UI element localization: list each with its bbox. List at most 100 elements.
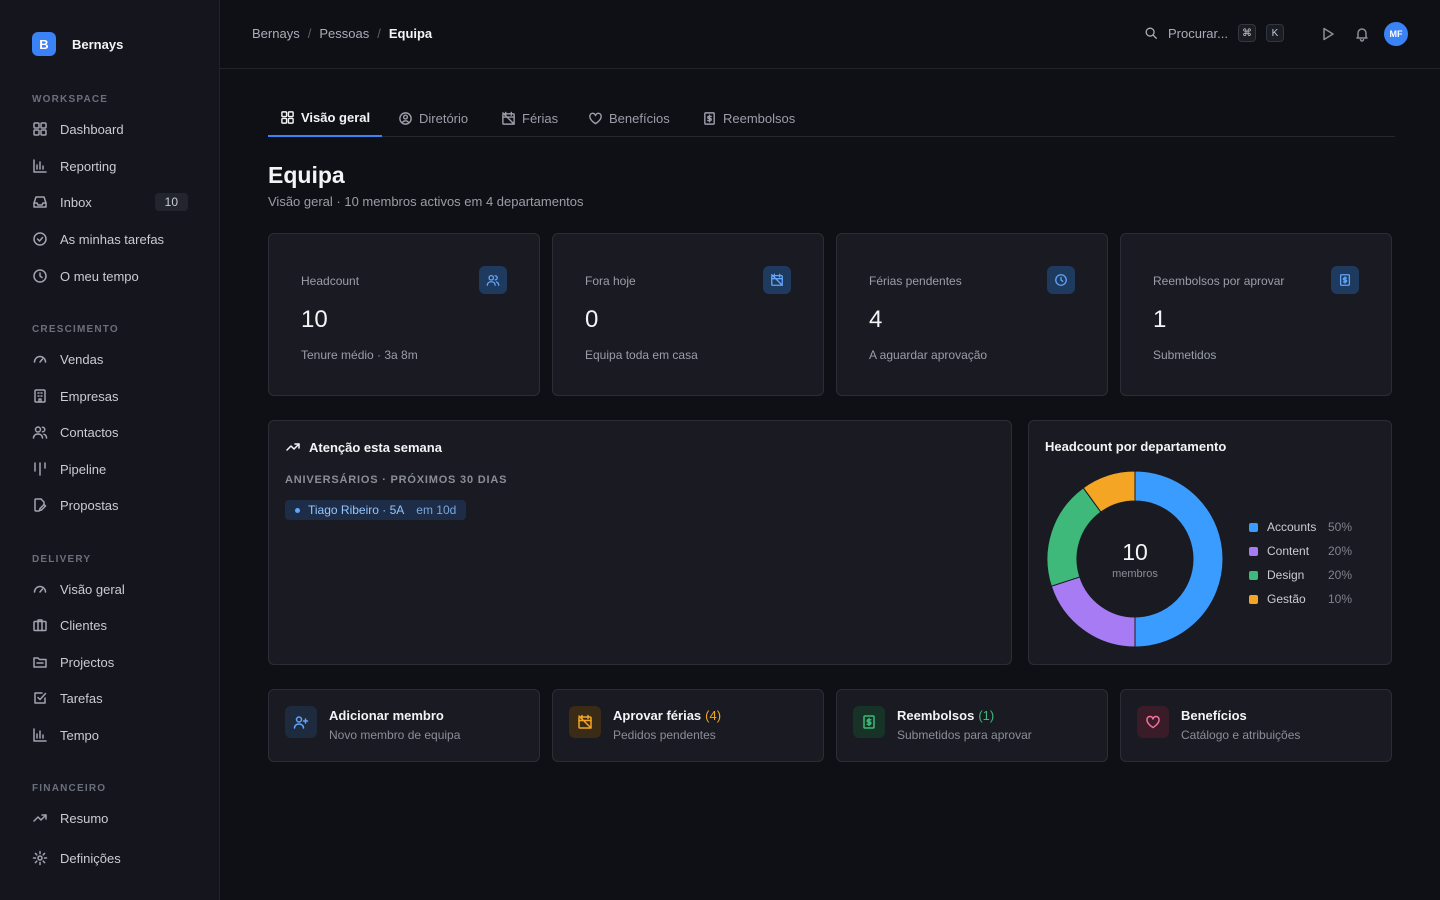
action-sub: Novo membro de equipa [329, 728, 461, 742]
sidebar-item-label: Pipeline [60, 461, 107, 477]
stat-label: Fora hoje [585, 274, 636, 288]
stat-card-reembolsos[interactable]: Reembolsos por aprovar 1 Submetidos [1120, 233, 1392, 396]
stat-card-ferias-pendentes[interactable]: Férias pendentes 4 A aguardar aprovação [836, 233, 1108, 396]
action-title: Adicionar membro [329, 708, 448, 723]
stat-card-fora-hoje[interactable]: Fora hoje 0 Equipa toda em casa [552, 233, 824, 396]
headcount-donut-chart [1046, 470, 1224, 648]
sidebar-item-tempo[interactable]: Tempo [32, 723, 188, 747]
sidebar-item-pipeline[interactable]: Pipeline [32, 457, 188, 481]
action-count: (4) [705, 708, 722, 723]
users-icon [32, 426, 48, 439]
pipeline-icon [34, 462, 46, 476]
sidebar-item-definicoes[interactable]: Definições [32, 846, 188, 870]
sidebar-item-dashboard[interactable]: Dashboard [32, 117, 188, 141]
receipt-icon [863, 715, 875, 729]
sidebar-item-visao-geral[interactable]: Visão geral [32, 577, 188, 601]
sidebar-item-label: Empresas [60, 388, 119, 404]
legend-item: Content 20% [1249, 539, 1352, 563]
stat-value: 10 [301, 306, 328, 333]
stat-icon [479, 266, 507, 294]
legend-item: Gestão 10% [1249, 587, 1352, 611]
sidebar-item-inbox[interactable]: Inbox 10 [32, 190, 188, 214]
tab-ferias[interactable]: Férias [489, 100, 570, 137]
sidebar-item-label: Definições [60, 850, 121, 866]
heart-icon [589, 112, 602, 125]
stat-label: Férias pendentes [869, 274, 962, 288]
tab-label: Reembolsos [723, 111, 796, 126]
sidebar-item-label: Vendas [60, 351, 104, 367]
receipt-icon [1339, 274, 1351, 286]
gear-icon [32, 850, 48, 866]
sidebar-item-label: Reporting [60, 158, 117, 174]
avatar[interactable]: MF [1384, 22, 1408, 46]
play-button[interactable] [1320, 26, 1336, 42]
gauge-icon [33, 355, 47, 363]
user-plus-icon [293, 716, 309, 729]
sidebar-item-label: Contactos [60, 424, 119, 440]
sidebar-item-propostas[interactable]: Propostas [32, 493, 188, 517]
sidebar: B Bernays WORKSPACE Dashboard Reporting … [0, 0, 220, 900]
stat-value: 4 [869, 306, 883, 333]
sidebar-item-empresas[interactable]: Empresas [32, 384, 188, 408]
tab-reembolsos[interactable]: Reembolsos [690, 100, 807, 137]
legend-label: Accounts [1267, 520, 1317, 534]
tab-label: Férias [522, 111, 559, 126]
bar-chart-icon [33, 159, 47, 173]
topbar: Bernays / Pessoas / Equipa Procurar... ⌘… [220, 0, 1440, 69]
action-icon [1137, 706, 1169, 738]
birthday-pill[interactable]: Tiago Ribeiro · 5A em 10d [285, 500, 467, 520]
stat-value: 0 [585, 306, 599, 333]
sidebar-item-resumo[interactable]: Resumo [32, 806, 188, 830]
sidebar-item-label: As minhas tarefas [60, 231, 165, 247]
action-icon [853, 706, 885, 738]
grid-icon [33, 122, 47, 136]
search-trigger[interactable]: Procurar... ⌘ K [1144, 24, 1284, 42]
heart-icon [1146, 715, 1160, 729]
action-icon [285, 706, 317, 738]
legend-swatch [1249, 522, 1258, 532]
legend-swatch [1249, 594, 1258, 604]
section-label-crescimento: CRESCIMENTO [32, 324, 119, 335]
action-title-text: Benefícios [1181, 708, 1247, 723]
section-label-delivery: DELIVERY [32, 554, 92, 565]
birthday-name: Tiago Ribeiro · 5A [308, 503, 405, 517]
sidebar-item-vendas[interactable]: Vendas [32, 347, 188, 371]
tab-visao-geral[interactable]: Visão geral [268, 100, 383, 137]
sidebar-item-clientes[interactable]: Clientes [32, 613, 188, 637]
action-title-text: Reembolsos [897, 708, 975, 723]
donut-slice-content[interactable] [1050, 576, 1136, 648]
brand-name: Bernays [72, 36, 124, 52]
brand[interactable]: B Bernays [32, 32, 123, 56]
tabs: Visão geral Diretório Férias Benefícios … [268, 100, 1395, 137]
action-card-add-member[interactable]: Adicionar membro Novo membro de equipa [268, 689, 540, 762]
page-subtitle: Visão geral · 10 membros activos em 4 de… [268, 194, 584, 209]
notifications-button[interactable] [1354, 26, 1370, 42]
tab-diretorio[interactable]: Diretório [386, 100, 480, 137]
stat-label: Reembolsos por aprovar [1153, 274, 1285, 288]
sidebar-item-my-time[interactable]: O meu tempo [32, 264, 188, 288]
tab-beneficios[interactable]: Benefícios [576, 100, 682, 137]
bell-icon [1356, 28, 1368, 42]
sidebar-item-projectos[interactable]: Projectos [32, 650, 188, 674]
clock-icon [1055, 274, 1067, 286]
donut-slice-accounts[interactable] [1134, 470, 1224, 648]
legend-swatch [1249, 570, 1258, 580]
sidebar-item-contactos[interactable]: Contactos [32, 420, 188, 444]
check-circle-icon [33, 232, 47, 246]
stat-card-headcount[interactable]: Headcount 10 Tenure médio · 3a 8m [268, 233, 540, 396]
building-icon [34, 389, 46, 403]
breadcrumb-item-pessoas[interactable]: Pessoas [319, 26, 369, 41]
stat-value: 1 [1153, 306, 1167, 333]
action-card-benefits[interactable]: Benefícios Catálogo e atribuições [1120, 689, 1392, 762]
sidebar-item-tarefas[interactable]: Tarefas [32, 686, 188, 710]
donut-slice-design[interactable] [1046, 487, 1102, 587]
legend-value: 10% [1328, 592, 1353, 606]
action-card-approve-vacation[interactable]: Aprovar férias (4) Pedidos pendentes [552, 689, 824, 762]
receipt-icon [704, 112, 715, 125]
sidebar-item-reporting[interactable]: Reporting [32, 154, 188, 178]
sidebar-item-my-tasks[interactable]: As minhas tarefas [32, 227, 188, 251]
action-card-reimbursements[interactable]: Reembolsos (1) Submetidos para aprovar [836, 689, 1108, 762]
gauge-icon [33, 585, 47, 593]
breadcrumb-item-bernays[interactable]: Bernays [252, 26, 300, 41]
legend-value: 50% [1328, 520, 1353, 534]
